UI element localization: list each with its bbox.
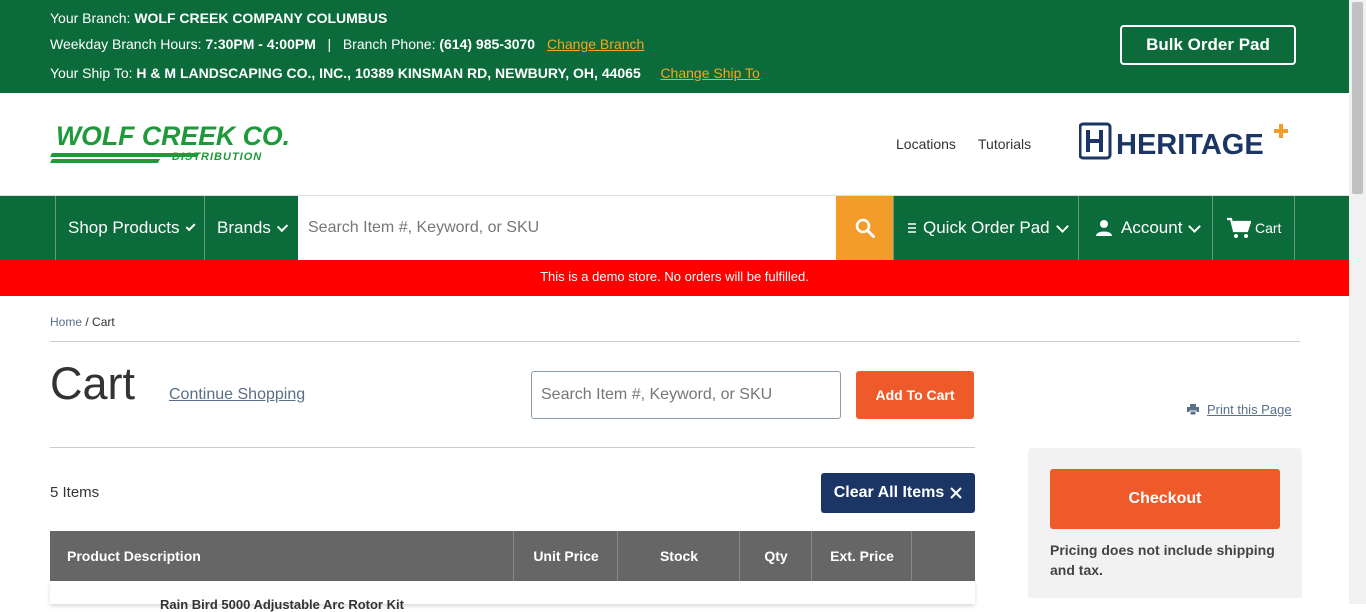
shipto-label: Your Ship To: <box>50 65 133 81</box>
column-header: Unit Price <box>513 531 618 581</box>
shop-products-label: Shop Products <box>68 218 180 237</box>
column-header: Stock <box>617 531 740 581</box>
site-header: WOLF CREEK CO. DISTRIBUTION Locations Tu… <box>0 93 1349 197</box>
clear-all-label: Clear All Items <box>833 484 945 501</box>
phone-value: (614) 985-3070 <box>439 36 536 52</box>
cart-table-header: Product Description Unit Price Stock Qty… <box>50 531 975 581</box>
wolf-creek-logo[interactable]: WOLF CREEK CO. DISTRIBUTION <box>50 125 295 165</box>
cart-item-search-input[interactable] <box>531 371 841 419</box>
chevron-down-icon <box>1055 219 1069 233</box>
heritage-logo-text: HERITAGE <box>1116 129 1264 161</box>
print-page-link[interactable]: Print this Page <box>1187 402 1292 417</box>
search-button[interactable] <box>836 196 893 260</box>
table-row: Rain Bird 5000 Adjustable Arc Rotor Kit <box>50 581 975 612</box>
brands-menu[interactable]: Brands <box>204 196 298 260</box>
breadcrumb-current: Cart <box>92 315 115 329</box>
user-icon <box>1096 220 1112 236</box>
chevron-down-icon <box>185 220 196 232</box>
logo-subtext: DISTRIBUTION <box>172 151 262 163</box>
branch-info-bar: Your Branch: WOLF CREEK COMPANY COLUMBUS… <box>0 0 1349 93</box>
hours-value: 7:30PM - 4:00PM <box>205 36 316 52</box>
close-icon <box>950 487 962 499</box>
brands-label: Brands <box>217 218 271 237</box>
demo-store-banner: This is a demo store. No orders will be … <box>0 260 1349 296</box>
cart-link[interactable]: Cart <box>1212 196 1295 260</box>
list-icon <box>908 223 916 233</box>
change-branch-link[interactable]: Change Branch <box>547 36 644 52</box>
summary-divider <box>1028 598 1302 604</box>
shipto-value: H & M LANDSCAPING CO., INC., 10389 KINSM… <box>136 65 641 81</box>
account-menu[interactable]: Account <box>1078 196 1213 260</box>
heritage-logo[interactable]: HERITAGE <box>1079 122 1294 164</box>
shop-products-menu[interactable]: Shop Products <box>55 196 205 260</box>
printer-icon <box>1187 404 1199 415</box>
page-scrollbar[interactable] <box>1349 0 1366 604</box>
shipto-line: Your Ship To: H & M LANDSCAPING CO., INC… <box>50 65 760 81</box>
separator: | <box>327 36 332 52</box>
scrollbar-thumb[interactable] <box>1352 2 1363 194</box>
hours-line: Weekday Branch Hours: 7:30PM - 4:00PM | … <box>50 36 644 52</box>
quick-order-label: Quick Order Pad <box>923 218 1050 237</box>
account-label: Account <box>1121 218 1183 237</box>
logo-text: WOLF CREEK CO. <box>56 125 290 151</box>
main-search-input[interactable] <box>298 196 836 260</box>
chevron-down-icon <box>276 220 289 232</box>
phone-label: Branch Phone: <box>342 36 436 52</box>
tutorials-link[interactable]: Tutorials <box>978 136 1031 152</box>
branch-name: WOLF CREEK COMPANY COLUMBUS <box>134 10 388 26</box>
add-to-cart-button[interactable]: Add To Cart <box>856 371 974 419</box>
column-header: Qty <box>739 531 812 581</box>
continue-shopping-link[interactable]: Continue Shopping <box>169 386 305 404</box>
bulk-order-pad-button[interactable]: Bulk Order Pad <box>1120 25 1296 65</box>
clear-all-items-button[interactable]: Clear All Items <box>821 473 975 513</box>
change-shipto-link[interactable]: Change Ship To <box>660 65 759 81</box>
column-header: Ext. Price <box>811 531 912 581</box>
chevron-down-icon <box>1188 219 1202 233</box>
cart-label: Cart <box>1255 220 1282 236</box>
page-title: Cart <box>50 358 136 409</box>
branch-label: Your Branch: <box>50 10 131 26</box>
breadcrumb-home-link[interactable]: Home <box>50 315 82 329</box>
print-page-label: Print this Page <box>1207 402 1292 417</box>
product-description[interactable]: Rain Bird 5000 Adjustable Arc Rotor Kit <box>160 597 404 612</box>
hours-label: Weekday Branch Hours: <box>50 36 202 52</box>
quick-order-pad-menu[interactable]: Quick Order Pad <box>893 196 1079 260</box>
breadcrumb-separator: / <box>82 315 93 329</box>
search-icon <box>855 218 875 238</box>
items-count: 5 Items <box>50 484 100 501</box>
column-header: Product Description <box>67 548 201 564</box>
divider <box>50 341 1300 342</box>
divider <box>50 447 975 448</box>
branch-line: Your Branch: WOLF CREEK COMPANY COLUMBUS <box>50 10 387 26</box>
breadcrumb: Home / Cart <box>50 315 115 329</box>
locations-link[interactable]: Locations <box>896 136 956 152</box>
pricing-note: Pricing does not include shipping and ta… <box>1050 542 1275 578</box>
cart-icon <box>1227 217 1251 238</box>
checkout-button[interactable]: Checkout <box>1050 469 1280 529</box>
column-header-actions <box>911 531 975 581</box>
